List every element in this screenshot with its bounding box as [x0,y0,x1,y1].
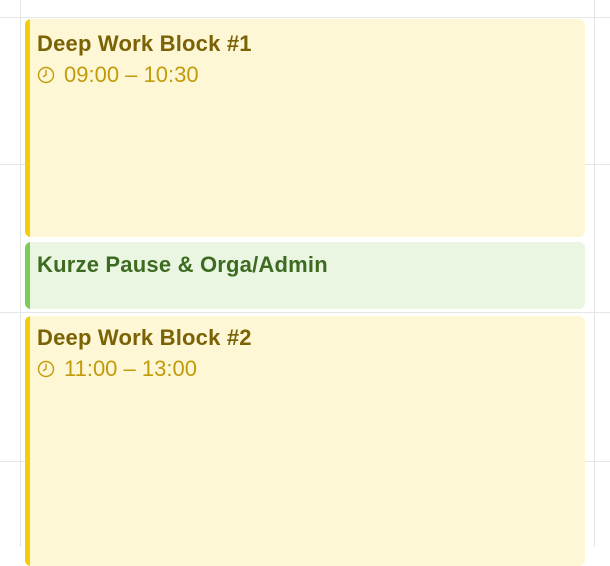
event-title: Kurze Pause & Orga/Admin [37,252,328,277]
event-title: Deep Work Block #1 [37,31,252,56]
calendar-event-deep-work-2[interactable]: Deep Work Block #2 11:00 – 13:00 [25,316,585,566]
event-color-bar [25,316,30,566]
calendar-event-break[interactable]: Kurze Pause & Orga/Admin [25,242,585,309]
day-column-divider-right [594,0,595,547]
day-column-divider-left [20,0,21,547]
event-color-bar [25,242,30,309]
clock-icon [37,360,55,378]
event-time: 09:00 – 10:30 [64,62,199,87]
hour-gridline [0,17,610,18]
event-time-row: 09:00 – 10:30 [37,62,585,88]
event-color-bar [25,19,30,237]
event-title: Deep Work Block #2 [37,325,252,350]
event-time: 11:00 – 13:00 [64,356,197,381]
event-time-row: 11:00 – 13:00 [37,356,585,382]
clock-icon [37,66,55,84]
calendar-event-deep-work-1[interactable]: Deep Work Block #1 09:00 – 10:30 [25,19,585,237]
hour-gridline [0,312,610,313]
